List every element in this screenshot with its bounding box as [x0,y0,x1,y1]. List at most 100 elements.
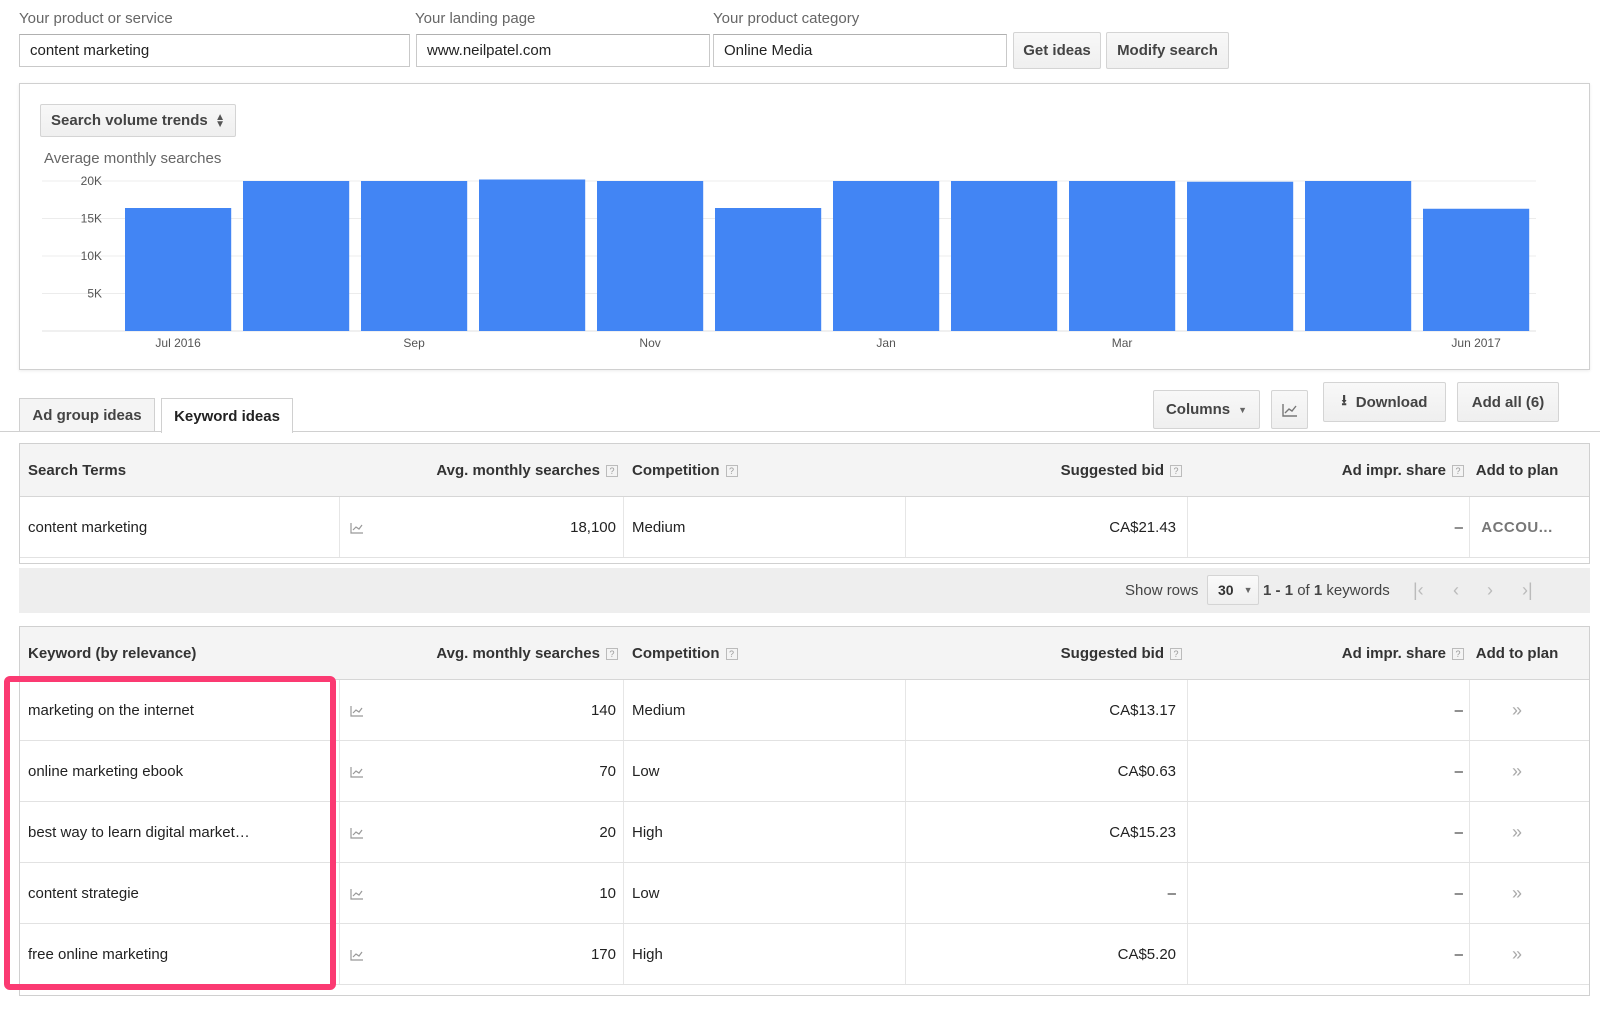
help-icon[interactable]: ? [1452,464,1464,477]
total-count: 1 [1313,582,1323,599]
bar-apr[interactable] [1187,181,1294,331]
download-label: Download [1355,393,1428,411]
help-icon[interactable]: ? [606,464,618,477]
next-page-icon[interactable]: › [1487,568,1493,613]
header-bid-label: Suggested bid [1060,645,1164,662]
keyword-cell: content strategie [28,885,139,902]
bar-nov[interactable] [597,181,704,331]
help-icon[interactable]: ? [1170,464,1182,477]
trend-chart-icon[interactable] [350,497,364,558]
header-competition-label: Competition [632,645,720,662]
first-page-icon[interactable]: |‹ [1413,568,1424,613]
suggested-bid-cell: CA$5.20 [1117,946,1176,963]
columns-button[interactable]: Columns ▼ [1153,390,1260,429]
help-icon[interactable]: ? [725,647,738,660]
add-to-plan-cell[interactable]: ACCOU... [1472,497,1562,558]
tab-keyword-ideas[interactable]: Keyword ideas [161,398,293,433]
trend-chart-icon[interactable] [350,863,364,924]
bar-jul-2016[interactable] [125,208,232,331]
y-tick-label: 20K [81,174,102,188]
competition-cell: Medium [632,519,686,536]
competition-cell: High [632,824,663,841]
header-impr-label: Ad impr. share [1341,462,1446,479]
last-page-icon[interactable]: ›| [1522,568,1533,613]
ad-impr-share-cell: – [1454,824,1463,841]
trend-chart-icon[interactable] [350,680,364,741]
product-input[interactable]: content marketing [19,34,410,67]
ad-impr-share-cell: – [1454,763,1463,780]
download-button[interactable]: ⭳ Download [1323,382,1446,422]
add-to-plan-arrow-icon[interactable]: » [1472,741,1562,802]
bar-may[interactable] [1305,181,1412,331]
range-separator: - [1271,582,1285,599]
trend-chart-icon[interactable] [350,741,364,802]
help-icon[interactable]: ? [725,464,738,477]
category-label: Your product category [713,10,860,27]
suggested-bid-cell: CA$13.17 [1109,702,1176,719]
suggested-bid-cell: – [1167,885,1176,902]
bar-chart: 5K 10K 15K 20K Jul 2016 Sep Nov Jan Mar Jun 2017 [42,174,1536,350]
help-icon[interactable]: ? [1452,647,1464,660]
header-competition-label: Competition [632,462,720,479]
avg-searches-cell: 70 [599,763,616,780]
keyword-cell: online marketing ebook [28,763,184,780]
competition-cell: Medium [632,702,686,719]
bar-oct[interactable] [479,179,586,332]
prev-page-icon[interactable]: ‹ [1453,568,1459,613]
bar-aug[interactable] [243,181,350,331]
header-add-to-plan: Add to plan [1475,645,1559,662]
header-suggested-bid: Suggested bid? [920,627,1182,680]
category-input[interactable]: Online Media [713,34,1007,67]
x-tick-label: Jul 2016 [155,336,201,350]
table-row: content marketing 18,100 Medium CA$21.43… [20,497,1589,558]
keyword-cell: best way to learn digital market… [28,824,250,841]
bar-jun-2017[interactable] [1423,208,1530,331]
help-icon[interactable]: ? [1170,647,1182,660]
avg-searches-cell: 170 [590,946,616,963]
landing-page-input[interactable]: www.neilpatel.com [416,34,710,67]
x-tick-label: Nov [639,336,660,350]
avg-searches-cell: 10 [599,885,616,902]
bar-feb[interactable] [951,181,1058,331]
ad-impr-share-cell: – [1454,702,1463,719]
add-all-button[interactable]: Add all (6) [1457,382,1559,422]
avg-searches-cell: 18,100 [570,519,616,536]
help-icon[interactable]: ? [606,647,618,660]
bar-sep[interactable] [361,181,468,331]
product-label: Your product or service [19,10,173,27]
search-terms-table: Search Terms Avg. monthly searches? Comp… [19,443,1590,564]
ad-impr-share-cell: – [1454,946,1463,963]
keyword-rows: marketing on the internet 140 Medium CA$13.… [20,680,1589,985]
modify-search-button[interactable]: Modify search [1106,32,1229,69]
rows-per-page-dropdown[interactable]: 30 ▼ [1207,575,1259,605]
add-to-plan-arrow-icon[interactable]: » [1472,924,1562,985]
pagination-bar: Show rows 30 ▼ 1 - 1 of 1 keywords |‹ ‹ … [19,568,1590,613]
competition-cell: Low [632,885,660,902]
table-row: best way to learn digital market… 20 High C… [20,802,1589,863]
bar-jan[interactable] [833,181,940,331]
landing-page-label: Your landing page [415,10,536,27]
bar-dec[interactable] [715,208,822,331]
add-to-plan-arrow-icon[interactable]: » [1472,802,1562,863]
header-competition: Competition? [632,627,738,680]
header-search-terms: Search Terms [28,462,127,479]
table-header: Search Terms Avg. monthly searches? Comp… [20,444,1589,497]
header-ad-impr-share: Ad impr. share? [1220,444,1464,497]
y-tick-label: 5K [87,287,102,301]
table-row: online marketing ebook 70 Low CA$0.63 –» [20,741,1589,802]
trend-chart-icon [1281,403,1297,417]
ad-impr-share-cell: – [1454,885,1463,902]
trend-chart-icon[interactable] [350,924,364,985]
range-start: 1 [1263,582,1272,599]
search-term-cell: content marketing [28,519,148,536]
tab-ad-group-ideas[interactable]: Ad group ideas [19,398,155,432]
chart-view-button[interactable] [1271,390,1308,429]
bar-mar[interactable] [1069,181,1176,331]
get-ideas-button[interactable]: Get ideas [1013,32,1101,69]
add-to-plan-arrow-icon[interactable]: » [1472,863,1562,924]
competition-cell: Low [632,763,660,780]
trend-chart-icon[interactable] [350,802,364,863]
x-tick-label: Mar [1112,336,1133,350]
caret-down-icon: ▼ [1243,585,1253,595]
add-to-plan-arrow-icon[interactable]: » [1472,680,1562,741]
